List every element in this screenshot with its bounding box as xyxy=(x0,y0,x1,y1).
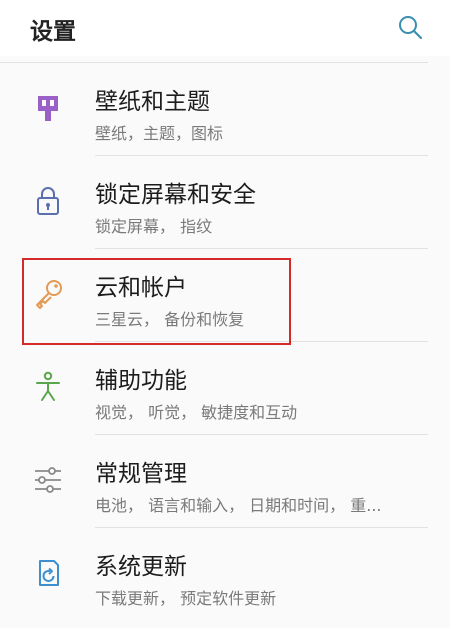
accessibility-icon xyxy=(36,371,60,401)
lock-icon xyxy=(37,187,59,215)
settings-item-label: 系统更新 xyxy=(95,554,187,580)
highlight-box xyxy=(22,258,291,345)
settings-item-summary: 壁纸，主题，图标 xyxy=(95,124,224,143)
settings-item-summary: 视觉， 听觉， 敏捷度和互动 xyxy=(95,403,298,422)
settings-item-accessibility[interactable]: 辅助功能 视觉， 听觉， 敏捷度和互动 xyxy=(0,343,450,435)
item-divider xyxy=(95,434,428,435)
settings-item-label: 锁定屏幕和安全 xyxy=(95,182,256,208)
settings-item-summary: 电池， 语言和输入， 日期和时间， 重... xyxy=(95,496,382,515)
item-divider xyxy=(95,248,428,249)
settings-item-label: 壁纸和主题 xyxy=(95,89,210,115)
settings-item-lockscreen-security[interactable]: 锁定屏幕和安全 锁定屏幕， 指纹 xyxy=(0,157,450,249)
item-divider xyxy=(95,527,428,528)
settings-item-summary: 下载更新， 预定软件更新 xyxy=(95,589,277,608)
app-header: 设置 xyxy=(0,0,450,56)
header-divider xyxy=(0,62,428,63)
search-icon[interactable] xyxy=(396,13,424,41)
settings-item-software-update[interactable]: 系统更新 下载更新， 预定软件更新 xyxy=(0,529,450,621)
sliders-icon xyxy=(35,467,61,493)
paintbrush-icon xyxy=(38,96,58,121)
software-update-icon xyxy=(39,560,59,586)
settings-item-summary: 锁定屏幕， 指纹 xyxy=(95,217,213,236)
settings-item-label: 辅助功能 xyxy=(95,368,187,394)
settings-item-general-management[interactable]: 常规管理 电池， 语言和输入， 日期和时间， 重... xyxy=(0,436,450,528)
settings-item-wallpapers-themes[interactable]: 壁纸和主题 壁纸，主题，图标 xyxy=(0,64,450,156)
settings-item-label: 常规管理 xyxy=(95,461,187,487)
page-title: 设置 xyxy=(30,19,76,45)
item-divider xyxy=(95,155,428,156)
